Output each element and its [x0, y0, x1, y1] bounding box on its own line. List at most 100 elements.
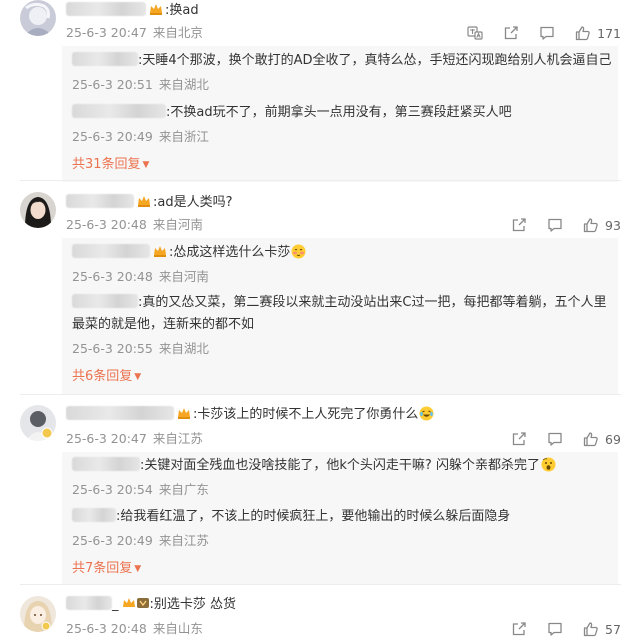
reply-text: :天睡4个那波，换个敢打的AD全收了，真特么怂，手短还闪现跑给别人机会逼自己	[138, 53, 612, 68]
thumbs-up-icon[interactable]	[583, 621, 599, 637]
comment-location: 来自山东	[152, 621, 203, 636]
comment-item: _:别选卡莎 怂货 25-6-3 20:48 来自山东 57	[0, 594, 637, 643]
comment-date: 25-6-3 20:47	[66, 25, 147, 40]
username-blurred[interactable]	[72, 52, 138, 66]
reply-body: :关键对面全残血也没啥技能了，他k个头闪走干嘛? 闪躲个亲都杀完了	[72, 457, 556, 475]
reply-meta: 25-6-3 20:49 来自江苏	[72, 532, 209, 550]
like-count: 93	[605, 217, 621, 233]
like-count: 69	[605, 431, 621, 447]
comment-location: 来自北京	[152, 25, 203, 40]
username-blurred[interactable]	[66, 406, 174, 420]
comment-body: _:别选卡莎 怂货	[66, 596, 236, 614]
reply-date: 25-6-3 20:49	[72, 129, 153, 144]
avatar[interactable]	[20, 405, 56, 441]
comment-date: 25-6-3 20:47	[66, 431, 147, 446]
thumbs-up-icon[interactable]	[575, 25, 591, 41]
comment-actions: 57	[491, 620, 621, 638]
more-replies-label: 共7条回复	[72, 561, 133, 576]
comment-actions: 69	[491, 430, 621, 448]
comment-item: :卡莎该上的时候不上人死完了你勇什么 25-6-3 20:47 来自江苏 69 :…	[0, 404, 637, 584]
reply-text: :关键对面全残血也没啥技能了，他k个头闪走干嘛? 闪躲个亲都杀完了	[140, 458, 540, 473]
comment-feed: :换ad 25-6-3 20:47 来自北京 171 :天睡4个那波，换个敢打的A…	[0, 0, 637, 643]
reply-block: :天睡4个那波，换个敢打的AD全收了，真特么怂，手短还闪现跑给别人机会逼自己 2…	[62, 46, 618, 182]
reply-date: 25-6-3 20:55	[72, 341, 153, 356]
username-blurred[interactable]	[66, 194, 134, 208]
reply-location: 来自江苏	[158, 533, 209, 548]
share-icon[interactable]	[511, 217, 527, 233]
comment-date: 25-6-3 20:48	[66, 621, 147, 636]
divider	[20, 584, 621, 585]
comment-text: :卡莎该上的时候不上人死完了你勇什么	[193, 407, 419, 422]
more-replies-link[interactable]: 共6条回复 ▼	[72, 368, 141, 386]
reply-text-line2: 最菜的就是他，连新来的都不如	[72, 317, 255, 332]
reply-meta: 25-6-3 20:48 来自河南	[72, 268, 209, 286]
crown-badge-icon	[177, 407, 191, 419]
more-replies-link[interactable]: 共7条回复 ▼	[72, 560, 141, 578]
avatar[interactable]	[20, 192, 56, 228]
reply-block: :关键对面全残血也没啥技能了，他k个头闪走干嘛? 闪躲个亲都杀完了 25-6-3…	[62, 452, 618, 584]
username-blurred[interactable]	[72, 244, 150, 258]
reply-date: 25-6-3 20:49	[72, 533, 153, 548]
reply-meta: 25-6-3 20:49 来自浙江	[72, 128, 209, 146]
username-blurred[interactable]	[66, 596, 112, 610]
comment-meta: 25-6-3 20:47 来自江苏	[66, 430, 203, 448]
vip-badge-icon	[122, 597, 150, 609]
avatar[interactable]	[20, 0, 56, 36]
reply-meta: 25-6-3 20:51 来自湖北	[72, 76, 209, 94]
share-icon[interactable]	[511, 431, 527, 447]
reply-meta: 25-6-3 20:55 来自湖北	[72, 340, 209, 358]
reply-body: :给我看红温了，不该上的时候疯狂上，要他输出的时候么躲后面隐身	[72, 508, 510, 526]
reply-body: :怂成这样选什么卡莎	[72, 244, 306, 262]
comment-icon[interactable]	[547, 621, 563, 637]
caret-down-icon: ▼	[134, 564, 142, 574]
comment-actions: 171	[447, 24, 621, 42]
reply-body: :真的又怂又菜，第二赛段以来就主动没站出来C过一把，每把都等着躺，五个人里	[72, 294, 606, 312]
comment-icon[interactable]	[539, 25, 555, 41]
share-icon[interactable]	[511, 621, 527, 637]
comment-text: :换ad	[165, 3, 199, 18]
username-blurred[interactable]	[72, 104, 166, 118]
reply-text: :不换ad玩不了，前期拿头一点用没有，第三赛段赶紧买人吧	[166, 105, 512, 120]
username-blurred[interactable]	[66, 2, 146, 16]
comment-text: :ad是人类吗?	[153, 195, 233, 210]
avatar[interactable]	[20, 596, 56, 632]
reply-text: :给我看红温了，不该上的时候疯狂上，要他输出的时候么躲后面隐身	[116, 509, 511, 524]
comment-icon[interactable]	[547, 217, 563, 233]
more-replies-label: 共31条回复	[72, 157, 141, 172]
more-replies-link[interactable]: 共31条回复 ▼	[72, 156, 149, 174]
username-blurred[interactable]	[72, 457, 140, 471]
thumbs-up-icon[interactable]	[583, 217, 599, 233]
translate-icon[interactable]	[467, 25, 483, 41]
crown-badge-icon	[149, 3, 163, 15]
reply-location: 来自湖北	[158, 77, 209, 92]
reply-text: :怂成这样选什么卡莎	[169, 245, 291, 260]
reply-location: 来自广东	[158, 482, 209, 497]
shocked-emoji-icon	[541, 457, 556, 472]
laughing-crying-emoji-icon	[419, 406, 434, 421]
like-count: 171	[597, 25, 621, 41]
thumbs-up-icon[interactable]	[583, 431, 599, 447]
username-blurred[interactable]	[72, 294, 138, 308]
crown-badge-icon	[153, 245, 167, 257]
crown-badge-icon	[137, 195, 151, 207]
comment-body: :卡莎该上的时候不上人死完了你勇什么	[66, 406, 434, 424]
reply-meta: 25-6-3 20:54 来自广东	[72, 481, 209, 499]
comment-item: :ad是人类吗? 25-6-3 20:48 来自河南 93 :怂成这样选什么卡莎 …	[0, 190, 637, 394]
reply-date: 25-6-3 20:51	[72, 77, 153, 92]
username-blurred[interactable]	[72, 508, 116, 522]
comment-icon[interactable]	[547, 431, 563, 447]
caret-down-icon: ▼	[134, 372, 142, 382]
reply-location: 来自浙江	[158, 129, 209, 144]
comment-meta: 25-6-3 20:47 来自北京	[66, 24, 203, 42]
comment-body: :ad是人类吗?	[66, 194, 233, 212]
comment-item: :换ad 25-6-3 20:47 来自北京 171 :天睡4个那波，换个敢打的A…	[0, 0, 637, 184]
more-replies-label: 共6条回复	[72, 369, 133, 384]
comment-meta: 25-6-3 20:48 来自山东	[66, 620, 203, 638]
share-icon[interactable]	[503, 25, 519, 41]
reply-body: :天睡4个那波，换个敢打的AD全收了，真特么怂，手短还闪现跑给别人机会逼自己	[72, 52, 612, 70]
comment-location: 来自江苏	[152, 431, 203, 446]
divider	[20, 394, 621, 395]
reply-location: 来自湖北	[158, 341, 209, 356]
divider	[20, 180, 621, 181]
shy-emoji-icon	[291, 244, 306, 259]
